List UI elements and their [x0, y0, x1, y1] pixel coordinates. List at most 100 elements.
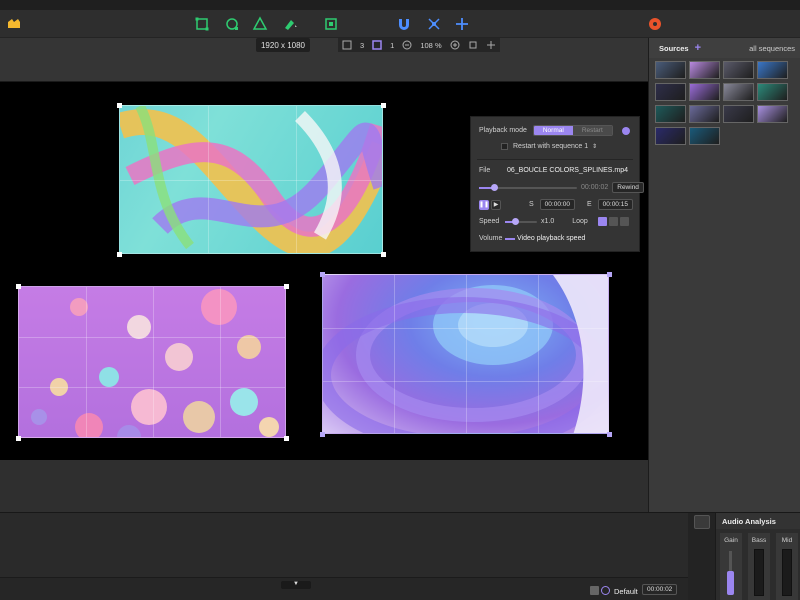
timeline-toggle-icon[interactable]: ▼ [281, 581, 311, 589]
lock-icon[interactable] [590, 586, 599, 595]
speed-knob[interactable] [511, 217, 519, 225]
resize-handle[interactable] [381, 252, 386, 257]
sources-filter[interactable]: all sequences [749, 44, 795, 53]
grid-line [220, 287, 221, 437]
file-name: 06_BOUCLE COLORS_SPLINES.mp4 [507, 167, 628, 174]
selection-icon[interactable] [371, 39, 383, 51]
volume-label: Volume [479, 235, 503, 242]
grid-icon[interactable] [341, 39, 353, 51]
source-thumbnail[interactable] [757, 105, 788, 123]
magnet-icon[interactable] [394, 14, 414, 34]
restart-sequence-label: Restart with sequence 1 [513, 143, 589, 150]
speed-slider[interactable] [505, 217, 537, 225]
audio-toggle-button[interactable] [694, 515, 710, 529]
mid-meter [782, 549, 792, 596]
fit-icon[interactable] [467, 39, 479, 51]
mid-label: Mid [781, 537, 793, 544]
source-thumbnail[interactable] [723, 105, 754, 123]
media-splines[interactable] [119, 105, 383, 254]
restart-sequence-checkbox[interactable] [501, 143, 508, 150]
default-label: Default [614, 587, 638, 596]
loop-label: Loop [572, 218, 588, 225]
resize-handle[interactable] [16, 284, 21, 289]
bass-meter [754, 549, 764, 596]
grid-line [323, 328, 608, 329]
gain-slider[interactable] [727, 551, 734, 595]
resize-handle[interactable] [607, 272, 612, 277]
grid-line [19, 387, 285, 388]
progress-knob[interactable] [490, 183, 498, 191]
mode-normal-button[interactable]: Normal [533, 126, 573, 135]
resize-handle[interactable] [117, 103, 122, 108]
source-thumbnail[interactable] [757, 83, 788, 101]
source-thumbnail[interactable] [655, 105, 686, 123]
source-thumbnail[interactable] [757, 61, 788, 79]
resize-handle[interactable] [117, 252, 122, 257]
target-icon[interactable] [601, 586, 610, 595]
mid-column: Mid [776, 533, 798, 600]
source-thumbnail[interactable] [689, 105, 720, 123]
file-label: File [479, 167, 491, 174]
frame-tool-icon[interactable] [321, 14, 341, 34]
resize-handle[interactable] [320, 432, 325, 437]
rewind-button[interactable]: Rewind [612, 182, 644, 193]
resize-handle[interactable] [284, 284, 289, 289]
grid-line [323, 381, 608, 382]
grid-line [466, 275, 467, 433]
start-time-field[interactable]: 00:00:00 [539, 199, 575, 210]
circle-tool-icon[interactable] [222, 14, 242, 34]
zoom-out-icon[interactable] [401, 39, 413, 51]
play-button[interactable]: ▶ [491, 199, 501, 210]
triangle-tool-icon[interactable] [250, 14, 270, 34]
chevron-updown-icon[interactable]: ⇕ [592, 143, 597, 150]
resize-handle[interactable] [381, 103, 386, 108]
source-thumbnail[interactable] [723, 83, 754, 101]
gain-knob[interactable] [727, 571, 734, 595]
audio-title: Audio Analysis [722, 516, 776, 526]
source-thumbnail[interactable] [689, 127, 720, 145]
resize-handle[interactable] [16, 436, 21, 441]
resize-handle[interactable] [320, 272, 325, 277]
loop-off-icon[interactable] [619, 217, 629, 226]
zoom-in-icon[interactable] [449, 39, 461, 51]
volume-slider[interactable] [505, 237, 515, 240]
mode-restart-button[interactable]: Restart [572, 126, 612, 135]
app-logo-icon[interactable] [4, 14, 24, 34]
playback-panel: Playback mode Normal Restart Restart wit… [470, 116, 644, 252]
audio-header: Audio Analysis [716, 513, 800, 529]
zoom-bar: 3 1 108 % [338, 38, 500, 52]
media-balls[interactable] [18, 286, 286, 438]
source-thumbnail[interactable] [655, 83, 686, 101]
audio-analysis-panel: Audio Analysis Gain Bass Mid [715, 513, 800, 600]
resize-handle[interactable] [607, 432, 612, 437]
loop-one-icon[interactable] [608, 217, 618, 226]
add-source-icon[interactable]: + [695, 42, 701, 54]
source-thumbnail[interactable] [689, 61, 720, 79]
source-thumbnail[interactable] [655, 127, 686, 145]
progress-slider[interactable] [479, 183, 577, 191]
resize-handle[interactable] [284, 436, 289, 441]
transform-icon[interactable] [424, 14, 444, 34]
pause-button[interactable]: ❚❚ [479, 199, 489, 210]
source-thumbnail[interactable] [723, 61, 754, 79]
timeline[interactable] [0, 513, 688, 577]
settings-icon[interactable] [645, 14, 665, 34]
resolution-label: 1920 x 1080 [256, 38, 310, 52]
loop-all-icon[interactable] [597, 217, 607, 226]
status-time-field[interactable]: 00:00:02 [642, 584, 678, 595]
source-thumbnail[interactable] [655, 61, 686, 79]
divider [477, 159, 633, 160]
start-label: S [529, 201, 534, 208]
grid-count: 3 [360, 40, 365, 50]
add-point-icon[interactable] [452, 14, 472, 34]
end-label: E [586, 201, 592, 208]
paint-tool-icon[interactable] [280, 14, 300, 34]
end-time-field[interactable]: 00:00:15 [597, 199, 633, 210]
playback-mode-toggle: Normal Restart [532, 125, 613, 136]
main-toolbar [0, 10, 800, 38]
info-icon[interactable] [621, 126, 630, 135]
media-flower[interactable] [322, 274, 609, 434]
pan-icon[interactable] [485, 39, 497, 51]
rectangle-tool-icon[interactable] [192, 14, 212, 34]
source-thumbnail[interactable] [689, 83, 720, 101]
